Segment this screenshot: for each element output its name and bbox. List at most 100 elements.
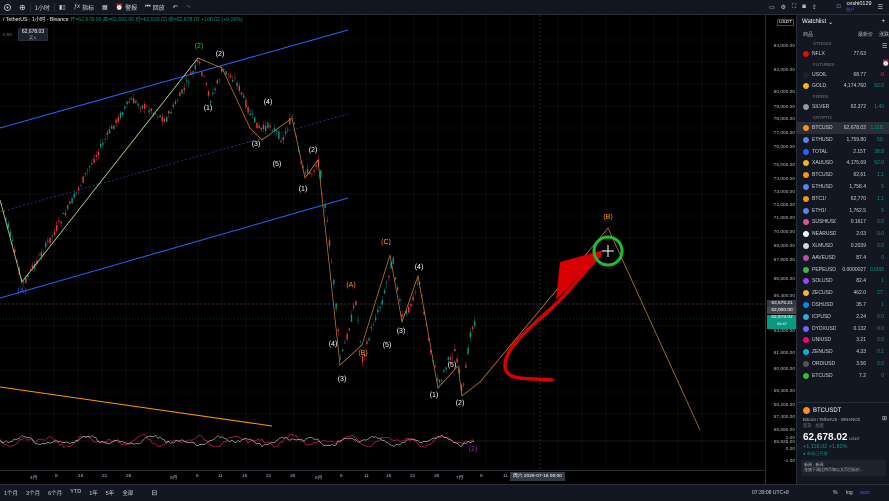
publish-icon[interactable]: ⇪ (812, 4, 817, 11)
range-button[interactable]: 3个月 (22, 489, 44, 497)
watchlist-symbol: NFLX (812, 50, 825, 57)
news-box[interactable]: 新闻 · 新闻 花旗下调比特币和以太币目标价... (801, 460, 886, 476)
watchlist-row[interactable]: DYDXUSD 0.132 0.0 (797, 323, 889, 335)
range-button[interactable]: 5年 (102, 489, 119, 497)
collapse-icon[interactable]: ⊞ (882, 415, 887, 422)
axis-currency[interactable]: USDT (776, 19, 794, 26)
watchlist-row[interactable]: ETCUSD 7.2 0 (797, 370, 889, 382)
watchlist-row[interactable]: SOLUSD 82.4 1 (797, 276, 889, 288)
detail-price: 62,678.02 (803, 432, 848, 443)
interval-button[interactable]: 1小时 (31, 0, 54, 14)
wave-labels: (A) (2) (2) (1) (4) (3) (5) (1) (2) (4) (3) (5) (1) (… (17, 43, 612, 453)
watchlist-row[interactable]: ETH1! 1,762.5 5 (797, 205, 889, 217)
candle-body (232, 80, 234, 82)
watchlist-section[interactable]: CRYPTO (797, 113, 889, 122)
watchlist-symbol: ZENUSD (812, 349, 833, 356)
legend-side-label: 0.93 (3, 32, 12, 37)
symbol-logo-icon (803, 71, 809, 78)
watchlist-row[interactable]: USOIL 68.77 -0 (797, 69, 889, 81)
watchlist-row[interactable]: AAVEUSD 87.4 0 (797, 252, 889, 264)
window-icon[interactable]: □ (837, 4, 841, 10)
btc-logo-icon (803, 407, 810, 414)
watchlist-row[interactable]: ICPUSD 2.24 0.0 (797, 311, 889, 323)
watchlist-row[interactable]: ORDIUSD 3.56 0.0 (797, 358, 889, 370)
candle-body (278, 131, 280, 139)
watchlist-row[interactable]: XAUUSD 4,175.69 52.0 (797, 158, 889, 170)
watchlist-row[interactable]: NFLX 77.63 (797, 48, 889, 60)
symbol-logo-icon (803, 372, 809, 379)
alert-button[interactable]: ⏰ 警报 (112, 0, 142, 14)
watchlist-row[interactable]: GOLD 4,174.760 52.0 (797, 81, 889, 93)
log-toggle[interactable]: log (846, 490, 853, 496)
watchlist-row[interactable]: TOTAL 2.15T 38.8 (797, 146, 889, 158)
watchlist-row[interactable]: SILVER 62.372 1.40 (797, 101, 889, 113)
percent-toggle[interactable]: % (833, 490, 837, 496)
watchlist-row[interactable]: ETHUSD 1,758.4 5 (797, 181, 889, 193)
price-tick-label: 60,600.00 (773, 367, 795, 372)
range-button[interactable]: YTD (66, 489, 85, 497)
watchlist-row[interactable]: UNIUSD 3.21 0.0 (797, 335, 889, 347)
candle-body (326, 220, 328, 222)
alerts-icon[interactable]: ⏰ (882, 60, 889, 67)
watchlist-section[interactable]: STOCKS (797, 39, 889, 48)
watchlist-row[interactable]: BTC1! 62,770 1,1 (797, 193, 889, 205)
buy-badge[interactable]: 62,678.03 买入 (18, 28, 48, 41)
col-symbol[interactable]: 商品 (797, 31, 843, 38)
col-last[interactable]: 最新价 (843, 31, 873, 38)
watchlist-section[interactable]: FUTURES (797, 60, 889, 69)
menu-button[interactable] (0, 0, 15, 14)
range-button[interactable]: 1个月 (0, 489, 22, 497)
watchlist-row[interactable]: ZENUSD 4.33 0.1 (797, 346, 889, 358)
watchlist-symbol: SILVER (812, 104, 830, 111)
watchlist-row[interactable]: ZECUSD 462.0 27. (797, 287, 889, 299)
watchlist-row[interactable]: NEARUSD 2.03 0.0 (797, 228, 889, 240)
settings-icon[interactable]: ⚙ (781, 4, 786, 11)
watchlist-icon[interactable]: ☰ (882, 43, 887, 50)
watchlist-row[interactable]: ETHUSD 1,759.80 59. (797, 134, 889, 146)
symbol-logo-icon (803, 184, 809, 191)
time-axis[interactable]: 4月 8 16 21 26 5月 6 11 16 21 26 6月 6 11 16 21 26 7月 6 11 周六 … (0, 470, 765, 484)
candle-body (93, 158, 95, 163)
range-button[interactable]: 6个月 (44, 489, 66, 497)
range-button[interactable]: 1年 (85, 489, 102, 497)
chart-type-button[interactable]: ▮▯ (55, 0, 70, 14)
detail-symbol[interactable]: BTCUSDT (813, 408, 841, 414)
watchlist-symbol: PEPEUSD (812, 266, 836, 273)
candle-body (221, 69, 223, 73)
watchlist-row[interactable]: PEPEUSD 0.0000027 0.0000 (797, 264, 889, 276)
watchlist-symbol: ETHUSD (812, 136, 833, 143)
candle-body (185, 80, 188, 82)
watchlist-row[interactable]: XLMUSD 0.2039 0.0 (797, 240, 889, 252)
candle-body (414, 290, 416, 292)
range-button[interactable]: 全部 (118, 489, 137, 497)
candle-body (71, 198, 73, 204)
watchlist-row[interactable]: SUSHIUSD 0.1617 0.0 (797, 217, 889, 229)
candle-body (119, 112, 122, 118)
time-tick-label: 16 (386, 474, 392, 479)
auto-toggle[interactable]: auto (860, 490, 870, 496)
symbol-logo-icon (803, 160, 809, 167)
watchlist-row[interactable]: BTCUSD 62,61 1,1 (797, 169, 889, 181)
chat-icon[interactable]: ☰ (878, 4, 883, 11)
watchlist-header[interactable]: Watchlist ⌄ + (797, 15, 889, 29)
layout-icon[interactable]: ▭ (769, 4, 775, 11)
undo-icon: ↶ (172, 4, 178, 11)
redo-button[interactable]: ↷ (182, 0, 195, 14)
replay-button[interactable]: ⏮ 回放 (141, 0, 168, 14)
candle-body (73, 193, 75, 198)
templates-button[interactable]: ▦ (98, 0, 112, 14)
watchlist-row[interactable]: BTCUSD 62,678.02 1,118. (797, 122, 889, 134)
undo-button[interactable]: ↶ (169, 0, 182, 14)
add-symbol-button[interactable]: ⊕ (15, 0, 30, 14)
user-menu[interactable]: ceshi0129 账户 (847, 1, 872, 12)
chart-canvas[interactable]: (A) (2) (2) (1) (4) (3) (5) (1) (2) (4) (3) (5) (1) (… (0, 15, 765, 484)
candle-body (194, 65, 196, 69)
fullscreen-icon[interactable]: ⛶ (792, 4, 796, 11)
watchlist-row[interactable]: DSHUSD 35.7 1 (797, 299, 889, 311)
watchlist-section[interactable]: FOREX (797, 92, 889, 101)
price-axis[interactable]: USDT 84,000.00 82,000.00 80,000.00 79,000.0… (765, 15, 797, 484)
camera-icon[interactable]: ◙ (802, 4, 806, 10)
calendar-icon[interactable]: ⊟ (151, 489, 157, 497)
candle-body (410, 304, 412, 307)
indicators-button[interactable]: ƒx 指标 (70, 0, 98, 14)
